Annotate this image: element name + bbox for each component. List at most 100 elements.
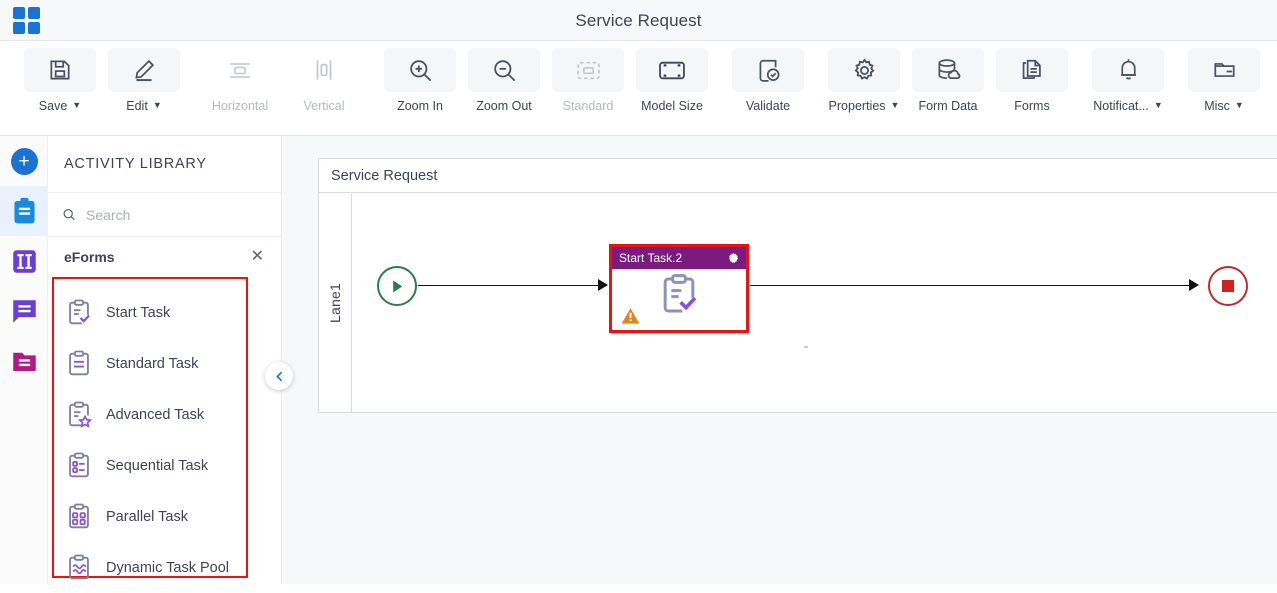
model-size-button[interactable]: Model Size (634, 41, 710, 136)
flow-connector-task-end[interactable] (750, 285, 1190, 286)
search-icon (62, 205, 76, 224)
list-item-label: Dynamic Task Pool (106, 560, 229, 576)
clipboard-lines-icon (66, 350, 92, 378)
play-icon (390, 279, 405, 294)
validate-chip (732, 48, 804, 92)
edit-label: Edit (126, 99, 148, 113)
forms-button[interactable]: Forms (994, 41, 1070, 136)
process-pool: Service Request Lane1 (318, 158, 1277, 413)
zoom-out-label: Zoom Out (476, 99, 532, 113)
panel-collapse-button[interactable] (265, 362, 293, 390)
sidebar-item-events[interactable] (0, 286, 48, 336)
validate-label-row: Validate (746, 99, 790, 113)
notifications-label-row: Notificat... ▼ (1093, 99, 1163, 113)
zoom-out-label-row: Zoom Out (476, 99, 532, 113)
form-data-chip (912, 48, 984, 92)
zoom-out-chip (468, 48, 540, 92)
misc-button[interactable]: Misc ▼ (1186, 41, 1262, 136)
vertical-label-row: Vertical (304, 99, 345, 113)
horizontal-align-icon (226, 57, 254, 83)
edit-chip (108, 48, 180, 92)
sidebar-item-artifacts[interactable] (0, 336, 48, 386)
standard-label-row: Standard (563, 99, 614, 113)
validate-button[interactable]: Validate (730, 41, 806, 136)
chevron-left-icon (273, 370, 286, 383)
list-item[interactable]: Standard Task (54, 338, 246, 389)
save-chip (24, 48, 96, 92)
sidebar-item-activities[interactable] (0, 186, 48, 236)
forms-label-row: Forms (1014, 99, 1049, 113)
clipboard-check-icon (659, 273, 699, 317)
lane-label-strip: Lane1 (319, 194, 352, 412)
ribbon-toolbar: Save ▼ Edit ▼ Horizontal (0, 41, 1277, 136)
lane-body[interactable]: Start Task.2 (352, 194, 1277, 412)
misc-label-row: Misc ▼ (1204, 99, 1244, 113)
edit-label-row: Edit ▼ (126, 99, 161, 113)
model-size-icon (657, 58, 687, 83)
lane-label: Lane1 (327, 283, 343, 323)
panel-title: ACTIVITY LIBRARY (48, 136, 281, 193)
page-title: Service Request (0, 0, 1277, 41)
model-size-label: Model Size (641, 99, 703, 113)
zoom-in-label-row: Zoom In (397, 99, 443, 113)
start-event[interactable] (377, 266, 417, 306)
vertical-button[interactable]: Vertical (286, 41, 362, 136)
forms-label: Forms (1014, 99, 1049, 113)
properties-button[interactable]: Properties ▼ (826, 41, 902, 136)
form-data-button[interactable]: Form Data (910, 41, 986, 136)
notifications-button[interactable]: Notificat... ▼ (1090, 41, 1166, 136)
flow-connector-start-task[interactable] (418, 285, 599, 286)
horizontal-label-row: Horizontal (212, 99, 268, 113)
list-item[interactable]: Dynamic Task Pool (54, 542, 246, 593)
vertical-align-icon (311, 57, 337, 83)
list-item-label: Sequential Task (106, 458, 208, 474)
chevron-down-icon: ▼ (1235, 101, 1244, 110)
canvas-marker-dot (804, 346, 808, 348)
edit-button[interactable]: Edit ▼ (106, 41, 182, 136)
properties-chip (828, 48, 900, 92)
clipboard-star-icon (66, 401, 92, 429)
list-item-label: Start Task (106, 305, 170, 321)
save-label-row: Save ▼ (39, 99, 81, 113)
sidebar-item-gateways[interactable] (0, 236, 48, 286)
standard-button[interactable]: Standard (550, 41, 626, 136)
search-row (48, 193, 281, 237)
properties-label-row: Properties ▼ (829, 99, 900, 113)
sidebar-item-add[interactable]: + (0, 136, 48, 186)
activity-list: Start Task Standard Task Advanced Task (52, 277, 248, 578)
form-data-label-row: Form Data (918, 99, 977, 113)
close-icon[interactable]: ✕ (251, 249, 264, 265)
task-node-header: Start Task.2 (612, 247, 746, 269)
list-item-label: Advanced Task (106, 407, 204, 423)
gear-icon[interactable] (727, 252, 740, 265)
diagram-canvas[interactable]: Service Request Lane1 (283, 136, 1277, 584)
clipboard-sequential-icon (66, 452, 92, 480)
list-item[interactable]: Start Task (54, 287, 246, 338)
pool-lane: Lane1 Start Task.2 (319, 194, 1277, 412)
flow-arrow-head (1189, 279, 1199, 291)
list-item[interactable]: Sequential Task (54, 440, 246, 491)
list-item[interactable]: Advanced Task (54, 389, 246, 440)
warning-triangle-icon[interactable] (621, 307, 640, 325)
validate-icon (755, 57, 781, 83)
vertical-label: Vertical (304, 99, 345, 113)
form-data-label: Form Data (918, 99, 977, 113)
horizontal-button[interactable]: Horizontal (202, 41, 278, 136)
standard-label: Standard (563, 99, 614, 113)
forms-chip (996, 48, 1068, 92)
save-button[interactable]: Save ▼ (22, 41, 98, 136)
search-input[interactable] (86, 207, 267, 223)
group-label: eForms (64, 249, 115, 265)
zoom-in-button[interactable]: Zoom In (382, 41, 458, 136)
chevron-down-icon: ▼ (153, 101, 162, 110)
clipboard-wave-icon (66, 554, 92, 582)
task-node-title: Start Task.2 (619, 251, 682, 265)
folder-icon (1211, 57, 1238, 83)
notifications-label: Notificat... (1093, 99, 1149, 113)
end-event[interactable] (1208, 266, 1248, 306)
zoom-out-button[interactable]: Zoom Out (466, 41, 542, 136)
clipboard-check-icon (66, 299, 92, 327)
task-node-start-task-2[interactable]: Start Task.2 (609, 244, 749, 333)
validate-label: Validate (746, 99, 790, 113)
list-item[interactable]: Parallel Task (54, 491, 246, 542)
